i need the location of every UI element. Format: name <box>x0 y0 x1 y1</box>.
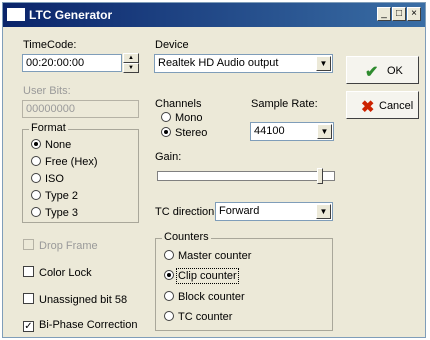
user-bits-label: User Bits: <box>23 85 71 97</box>
radio-icon <box>164 311 174 321</box>
radio-selected-icon <box>31 139 41 149</box>
checkbox-icon <box>23 293 34 304</box>
tc-direction-dropdown[interactable]: Forward ▼ <box>215 202 333 221</box>
radio-selected-icon <box>161 127 171 137</box>
close-button[interactable]: × <box>407 7 421 21</box>
format-group: Format None Free (Hex) ISO Type 2 Type 3 <box>22 122 139 223</box>
counters-group-title: Counters <box>162 231 211 243</box>
title-bar[interactable]: LTC Generator _ □ × <box>3 3 425 27</box>
gain-slider-thumb[interactable] <box>316 168 323 184</box>
color-lock-checkbox[interactable]: Color Lock <box>23 266 92 279</box>
counters-radio-clip[interactable]: Clip counter <box>164 268 239 284</box>
radio-selected-icon <box>164 270 174 280</box>
dropdown-arrow-icon[interactable]: ▼ <box>317 124 332 139</box>
checkmark-icon: ✓ <box>23 321 34 332</box>
radio-icon <box>31 173 41 183</box>
biphase-correction-checkbox[interactable]: ✓ Bi-Phase Correction <box>23 319 137 332</box>
radio-icon <box>31 156 41 166</box>
spin-up-icon[interactable]: ▲ <box>123 53 139 63</box>
tc-direction-label: TC direction <box>155 206 215 218</box>
radio-icon <box>164 250 174 260</box>
sample-rate-dropdown[interactable]: 44100 ▼ <box>250 122 334 141</box>
gain-label: Gain: <box>155 151 182 163</box>
device-dropdown[interactable]: Realtek HD Audio output ▼ <box>154 54 333 73</box>
red-x-icon: ✖ <box>361 99 375 116</box>
spin-down-icon[interactable]: ▼ <box>123 63 139 73</box>
maximize-button[interactable]: □ <box>392 7 406 21</box>
unassigned-bit-checkbox[interactable]: Unassigned bit 58 <box>23 293 127 306</box>
app-icon <box>7 8 25 21</box>
tc-direction-value: Forward <box>219 205 260 217</box>
gain-slider-track[interactable] <box>157 171 335 181</box>
sample-rate-label: Sample Rate: <box>251 98 318 110</box>
radio-icon <box>161 112 171 122</box>
radio-icon <box>164 291 174 301</box>
minimize-button[interactable]: _ <box>377 7 391 21</box>
cancel-button[interactable]: ✖ Cancel <box>346 91 419 119</box>
checkmark-icon: ✔ <box>365 64 379 81</box>
counters-radio-tc[interactable]: TC counter <box>164 311 232 323</box>
counters-radio-block[interactable]: Block counter <box>164 291 245 303</box>
format-radio-iso[interactable]: ISO <box>31 173 64 185</box>
user-bits-input[interactable]: 00000000 <box>22 100 139 118</box>
radio-icon <box>31 190 41 200</box>
ok-button[interactable]: ✔ OK <box>346 56 419 84</box>
channels-radio-mono[interactable]: Mono <box>161 112 203 124</box>
format-radio-type3[interactable]: Type 3 <box>31 207 78 219</box>
radio-icon <box>31 207 41 217</box>
device-value: Realtek HD Audio output <box>158 57 279 69</box>
timecode-spinner[interactable]: ▲ ▼ <box>123 53 139 73</box>
device-label: Device <box>155 39 189 51</box>
window-title: LTC Generator <box>29 8 113 22</box>
counters-radio-master[interactable]: Master counter <box>164 250 251 262</box>
dropdown-arrow-icon[interactable]: ▼ <box>316 204 331 219</box>
counters-group: Counters Master counter Clip counter Blo… <box>155 231 333 331</box>
dropdown-arrow-icon[interactable]: ▼ <box>316 56 331 71</box>
format-group-title: Format <box>29 122 68 134</box>
channels-radio-stereo[interactable]: Stereo <box>161 127 207 139</box>
timecode-input[interactable]: 00:20:00:00 <box>22 54 122 72</box>
sample-rate-value: 44100 <box>254 125 285 137</box>
timecode-label: TimeCode: <box>23 39 77 51</box>
drop-frame-checkbox[interactable]: Drop Frame <box>23 239 98 252</box>
checkbox-icon <box>23 239 34 250</box>
channels-group: Channels Mono Stereo <box>155 98 241 144</box>
format-radio-free-hex[interactable]: Free (Hex) <box>31 156 98 168</box>
channels-group-title: Channels <box>155 98 202 110</box>
checkbox-icon <box>23 266 34 277</box>
format-radio-none[interactable]: None <box>31 139 71 151</box>
format-radio-type2[interactable]: Type 2 <box>31 190 78 202</box>
ltc-generator-window: LTC Generator _ □ × TimeCode: 00:20:00:0… <box>2 2 426 338</box>
